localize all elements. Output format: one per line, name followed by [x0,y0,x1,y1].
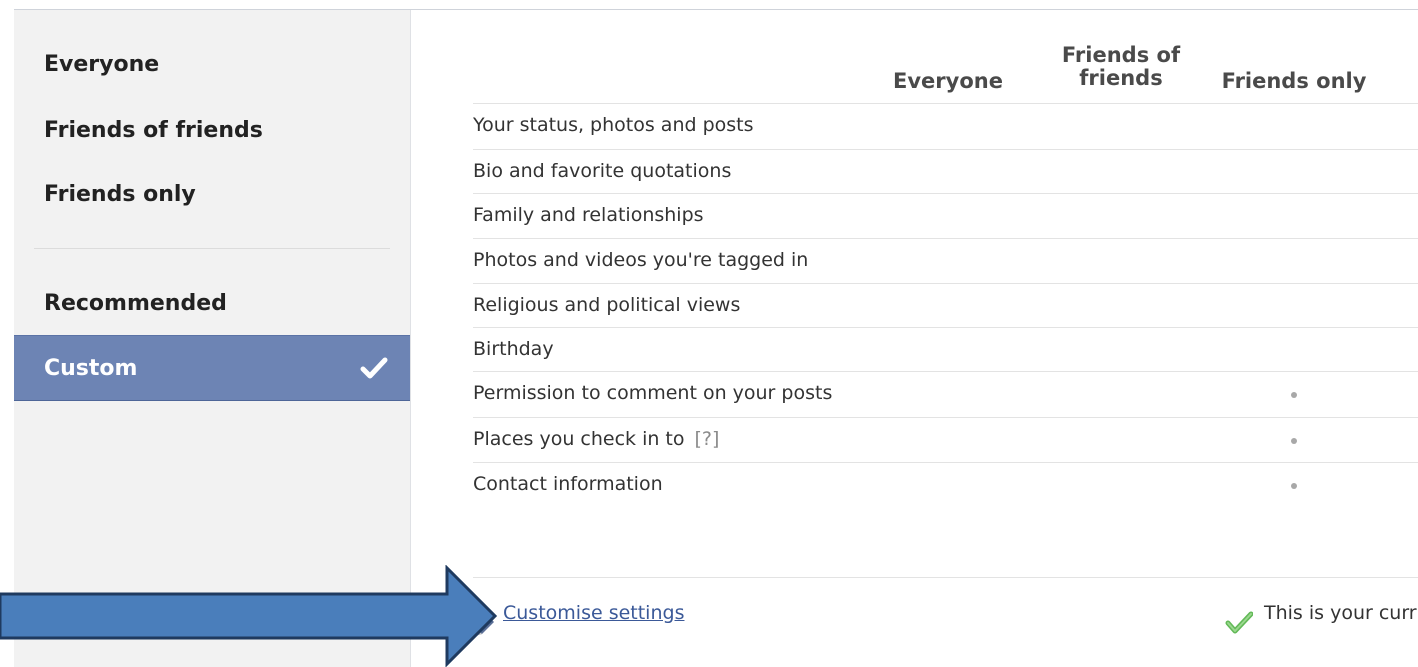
column-header-everyone: Everyone [893,69,1003,93]
sidebar-item-custom[interactable]: Custom [14,335,410,401]
row-label: Birthday [473,338,554,360]
row-label: Places you check in to [?] [473,428,719,450]
row-label: Contact information [473,473,663,495]
checkmark-icon [360,357,388,379]
current-setting-text: This is your curr [1264,602,1417,624]
column-header-line: friends [1079,66,1163,90]
green-check-icon [1225,611,1253,634]
table-row: Bio and favorite quotations [473,149,1418,193]
row-label: Permission to comment on your posts [473,382,833,404]
sidebar-item-label: Friends only [44,181,196,207]
table-row: Birthday [473,327,1418,371]
sidebar-divider [34,248,390,249]
setting-indicator-dot [1291,483,1297,489]
row-label: Photos and videos you're tagged in [473,249,809,271]
setting-indicator-dot [1291,392,1297,398]
table-row: Places you check in to [?] [473,417,1418,461]
column-header-friends-of-friends: Friends of friends [1059,44,1183,90]
sidebar-item-friends-only[interactable]: Friends only [14,171,410,217]
table-row: Religious and political views [473,283,1418,327]
sidebar-item-label: Custom [44,355,138,381]
column-header-friends-only: Friends only [1221,69,1367,93]
arrow-annotation [0,565,498,667]
row-label: Family and relationships [473,204,704,226]
table-row: Permission to comment on your posts [473,371,1418,415]
sidebar-item-recommended[interactable]: Recommended [14,280,410,326]
sidebar-item-friends-of-friends[interactable]: Friends of friends [14,107,410,153]
footer-divider [473,577,1418,578]
row-label-text: Places you check in to [473,428,685,450]
help-link[interactable]: [?] [695,428,720,450]
column-header-line: Friends of [1061,43,1181,67]
sidebar-item-everyone[interactable]: Everyone [14,41,410,87]
privacy-settings-table: Everyone Friends of friends Friends only… [411,10,1418,667]
table-row: Your status, photos and posts [473,103,1418,147]
row-label: Religious and political views [473,294,741,316]
table-row: Family and relationships [473,193,1418,237]
sidebar-item-label: Everyone [44,51,160,77]
table-row: Contact information [473,462,1418,506]
sidebar-item-label: Recommended [44,290,227,316]
sidebar-item-label: Friends of friends [44,117,263,143]
row-label: Bio and favorite quotations [473,160,732,182]
row-label: Your status, photos and posts [473,114,754,136]
table-row: Photos and videos you're tagged in [473,238,1418,282]
customise-settings-link[interactable]: Customise settings [503,602,684,624]
setting-indicator-dot [1291,438,1297,444]
